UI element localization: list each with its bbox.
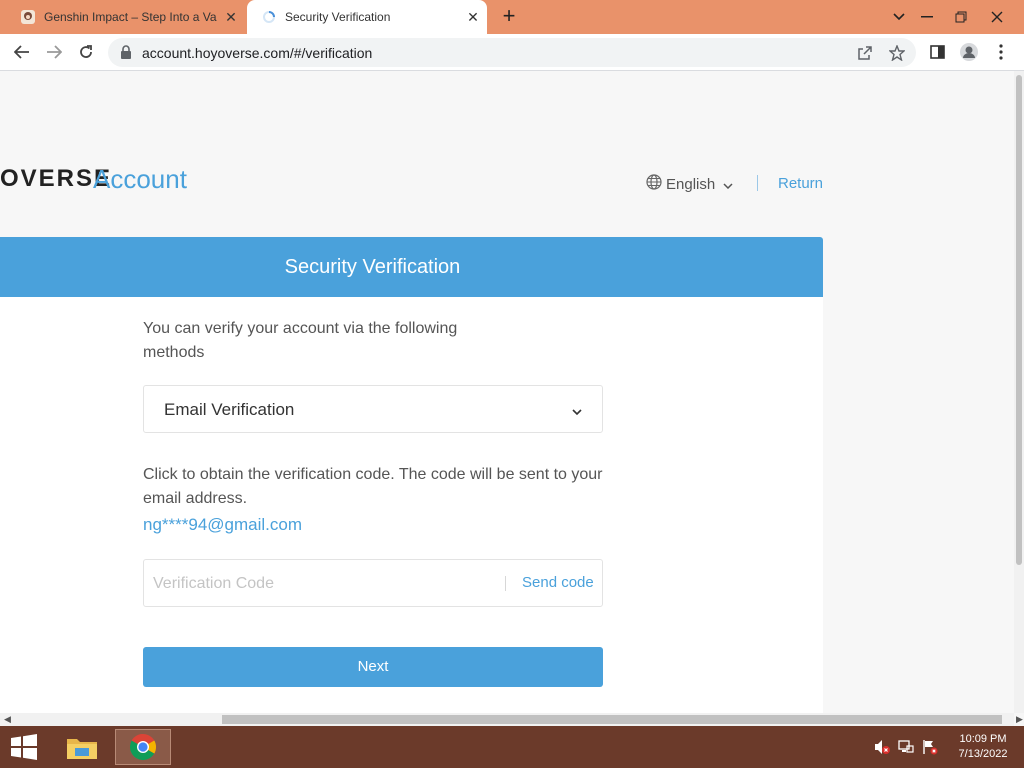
close-window-icon[interactable]	[980, 0, 1014, 34]
new-tab-button[interactable]: +	[496, 4, 522, 30]
windows-start-icon[interactable]	[10, 734, 38, 765]
selected-method: Email Verification	[164, 400, 295, 419]
tab-title: Security Verification	[285, 10, 391, 24]
scroll-left-arrow-icon[interactable]: ◀	[4, 714, 11, 725]
minimize-icon[interactable]	[910, 0, 944, 34]
restore-icon[interactable]	[944, 0, 978, 34]
vertical-scrollbar[interactable]	[1014, 71, 1024, 713]
page-title: Security Verification	[284, 256, 461, 278]
instructions-text: Click to obtain the verification code. T…	[143, 466, 603, 507]
tab-title: Genshin Impact – Step Into a Vast	[44, 10, 217, 24]
bookmark-star-icon[interactable]	[886, 42, 908, 64]
network-icon[interactable]	[898, 739, 914, 760]
vertical-scroll-thumb[interactable]	[1016, 75, 1022, 565]
browser-toolbar: account.hoyoverse.com/#/verification	[0, 34, 1024, 71]
chevron-down-icon	[572, 403, 582, 421]
next-button[interactable]: Next	[143, 647, 603, 687]
field-divider	[505, 576, 506, 591]
verification-method-select[interactable]: Email Verification	[143, 385, 603, 433]
verification-header: Security Verification	[0, 237, 823, 297]
browser-tab-strip: Genshin Impact – Step Into a Vast ✕ Secu…	[0, 0, 1024, 34]
chevron-down-icon	[723, 176, 733, 193]
horizontal-scrollbar[interactable]: ◀	[0, 713, 1014, 726]
file-explorer-icon[interactable]	[54, 729, 110, 765]
verification-code-field: Send code	[143, 559, 603, 607]
system-clock[interactable]: 10:09 PM 7/13/2022	[948, 732, 1018, 762]
loading-spinner-icon	[261, 9, 277, 25]
side-panel-icon[interactable]	[924, 39, 950, 65]
action-center-flag-icon[interactable]	[922, 739, 938, 760]
more-menu-icon[interactable]	[988, 39, 1014, 65]
chrome-icon[interactable]	[115, 729, 171, 765]
address-bar[interactable]: account.hoyoverse.com/#/verification	[108, 38, 916, 67]
verification-card: You can verify your account via the foll…	[0, 297, 823, 713]
page-viewport: OVERSE Account English Return Security V…	[0, 71, 1014, 713]
language-selector[interactable]: English	[646, 174, 733, 194]
scroll-right-arrow-icon[interactable]: ▶	[1016, 714, 1023, 725]
clock-date: 7/13/2022	[958, 748, 1008, 760]
globe-icon	[646, 174, 662, 194]
masked-email: ng****94@gmail.com	[143, 515, 303, 534]
windows-taskbar: 10:09 PM 7/13/2022	[0, 726, 1024, 768]
profile-avatar-icon[interactable]	[956, 39, 982, 65]
intro-text: You can verify your account via the foll…	[143, 320, 458, 361]
verification-code-input[interactable]	[153, 572, 483, 596]
reload-icon[interactable]	[72, 38, 100, 66]
language-label: English	[666, 175, 716, 193]
tab-genshin[interactable]: Genshin Impact – Step Into a Vast ✕	[8, 0, 245, 34]
lock-icon[interactable]	[120, 45, 132, 64]
return-link[interactable]: Return	[778, 175, 823, 192]
close-icon[interactable]: ✕	[217, 9, 245, 26]
clock-time: 10:09 PM	[959, 733, 1007, 745]
genshin-favicon-icon	[20, 9, 36, 25]
header-divider	[757, 175, 758, 191]
tab-security-verification[interactable]: Security Verification ✕	[247, 0, 487, 34]
send-code-button[interactable]: Send code	[522, 574, 594, 591]
horizontal-scroll-thumb[interactable]	[222, 715, 1002, 724]
url-text: account.hoyoverse.com/#/verification	[142, 45, 373, 61]
back-arrow-icon[interactable]	[8, 38, 36, 66]
logo-account-text: Account	[93, 164, 187, 194]
forward-arrow-icon[interactable]	[40, 38, 68, 66]
close-icon[interactable]: ✕	[459, 9, 487, 26]
share-icon[interactable]	[854, 42, 876, 64]
volume-muted-icon[interactable]	[874, 739, 890, 760]
